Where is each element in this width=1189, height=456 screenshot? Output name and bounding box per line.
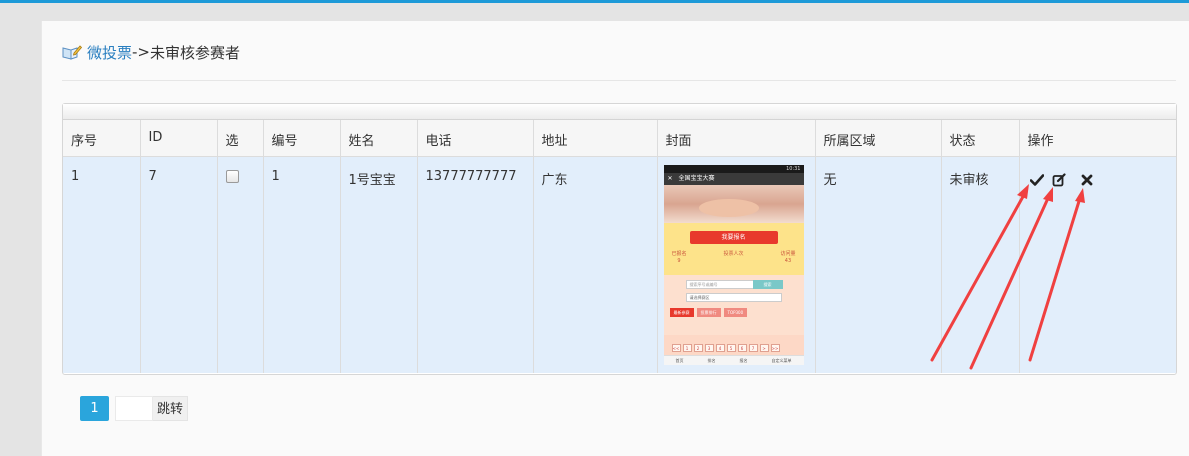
breadcrumb-link-vote[interactable]: 微投票 [87, 42, 132, 63]
table-header-row: 序号 ID 选 编号 姓名 电话 地址 封面 所属区域 状态 操作 [63, 120, 1176, 157]
thumb-stat: 访问量 43 [780, 250, 796, 264]
thumb-tab: 最新参赛 [669, 307, 694, 317]
header-name: 姓名 [340, 120, 418, 157]
pagination: 1 跳转 [80, 396, 189, 421]
contestants-table-container: 序号 ID 选 编号 姓名 电话 地址 封面 所属区域 状态 操作 1 7 1 … [62, 103, 1177, 375]
thumb-pager: << 1 2 3 4 5 6 7 > >> [671, 343, 780, 352]
table-toolbar-strip [63, 104, 1176, 120]
thumb-nav-item: 自定义菜单 [771, 357, 792, 363]
breadcrumb-separator: -> [132, 43, 150, 61]
cell-status: 未审核 [941, 156, 1020, 373]
page-jump-button[interactable]: 跳转 [153, 396, 189, 421]
row-actions [1030, 173, 1169, 188]
cell-name: 1号宝宝 [340, 156, 418, 373]
check-icon [1030, 174, 1044, 186]
thumb-stats: 已报名 9 投票人次 访问量 43 [672, 251, 796, 265]
thumb-banner-photo [663, 184, 804, 223]
cover-thumbnail[interactable]: 10:31 ✕ 全国宝宝大赛 我要报名 已报名 9 投票人次 访问量 43 搜索… [663, 164, 804, 365]
page-title: 未审核参赛者 [150, 43, 241, 62]
thumb-tab: TOP300 [723, 307, 748, 317]
breadcrumb: 微投票 -> 未审核参赛者 [62, 41, 240, 63]
cell-cover: 10:31 ✕ 全国宝宝大赛 我要报名 已报名 9 投票人次 访问量 43 搜索… [657, 156, 816, 373]
thumb-tabs: 最新参赛 投票排行 TOP300 [669, 307, 748, 317]
thumb-region-select: 请选择赛区 [685, 292, 782, 302]
thumb-pager-item: >> [770, 343, 780, 352]
thumb-list-section: 搜索序号或编号 搜索 请选择赛区 最新参赛 投票排行 TOP300 [663, 274, 804, 335]
thumb-app-title: 全国宝宝大赛 [678, 174, 715, 182]
edit-icon [1052, 173, 1066, 187]
header-select: 选 [217, 120, 264, 157]
page-jump-input[interactable] [115, 396, 153, 421]
header-phone: 电话 [417, 120, 534, 157]
thumb-pager-item: 6 [737, 343, 747, 352]
cell-number: 1 [263, 156, 341, 373]
thumb-stat: 投票人次 [723, 250, 744, 257]
cell-region: 无 [815, 156, 942, 373]
thumb-nav-item: 排名 [707, 357, 716, 363]
thumb-signup-section: 我要报名 已报名 9 投票人次 访问量 43 [663, 222, 804, 275]
cell-seq: 1 [63, 156, 141, 373]
thumb-search-button: 搜索 [752, 279, 783, 289]
thumb-stat: 已报名 9 [671, 250, 687, 264]
cell-actions [1019, 156, 1176, 373]
header-cover: 封面 [657, 120, 816, 157]
close-icon [1081, 174, 1093, 186]
header-id: ID [140, 120, 218, 157]
thumb-signup-button: 我要报名 [689, 230, 778, 244]
thumb-pager-item: 5 [726, 343, 736, 352]
cell-id: 7 [140, 156, 218, 373]
header-address: 地址 [533, 120, 658, 157]
thumb-pager-item: 2 [693, 343, 703, 352]
top-accent-bar [0, 0, 1189, 3]
header-status: 状态 [941, 120, 1020, 157]
thumb-pager-item: 4 [715, 343, 725, 352]
delete-button[interactable] [1080, 173, 1095, 188]
header-number: 编号 [263, 120, 341, 157]
thumb-title-bar: ✕ 全国宝宝大赛 [663, 172, 804, 185]
row-select-checkbox[interactable] [225, 169, 239, 183]
thumb-pager-item: > [759, 343, 769, 352]
book-edit-icon [62, 44, 83, 60]
thumb-pager-item: 7 [748, 343, 758, 352]
edit-button[interactable] [1052, 173, 1067, 188]
content-panel: 微投票 -> 未审核参赛者 序号 ID 选 编号 姓名 电话 地址 封面 所属区… [41, 21, 1189, 456]
table-row: 1 7 1 1号宝宝 13777777777 广东 10:31 ✕ 全国宝宝大赛 [63, 156, 1176, 373]
thumb-status-bar: 10:31 [663, 164, 804, 173]
thumb-nav-item: 首页 [675, 357, 684, 363]
thumb-pager-item: 3 [704, 343, 714, 352]
cell-select [217, 156, 264, 373]
thumb-close-icon: ✕ [667, 174, 673, 182]
page-1-button[interactable]: 1 [80, 396, 109, 421]
thumb-pager-item: << [671, 343, 681, 352]
cell-phone: 13777777777 [417, 156, 534, 373]
thumb-tab: 投票排行 [696, 307, 721, 317]
cell-address: 广东 [533, 156, 658, 373]
approve-button[interactable] [1030, 173, 1045, 188]
thumb-nav-item: 报名 [739, 357, 748, 363]
divider [62, 80, 1176, 81]
contestants-table: 序号 ID 选 编号 姓名 电话 地址 封面 所属区域 状态 操作 1 7 1 … [63, 120, 1176, 373]
thumb-pager-item: 1 [682, 343, 692, 352]
header-actions: 操作 [1019, 120, 1176, 157]
thumb-bottom-nav: 首页 排名 报名 自定义菜单 [663, 354, 804, 365]
header-seq: 序号 [63, 120, 141, 157]
header-region: 所属区域 [815, 120, 942, 157]
